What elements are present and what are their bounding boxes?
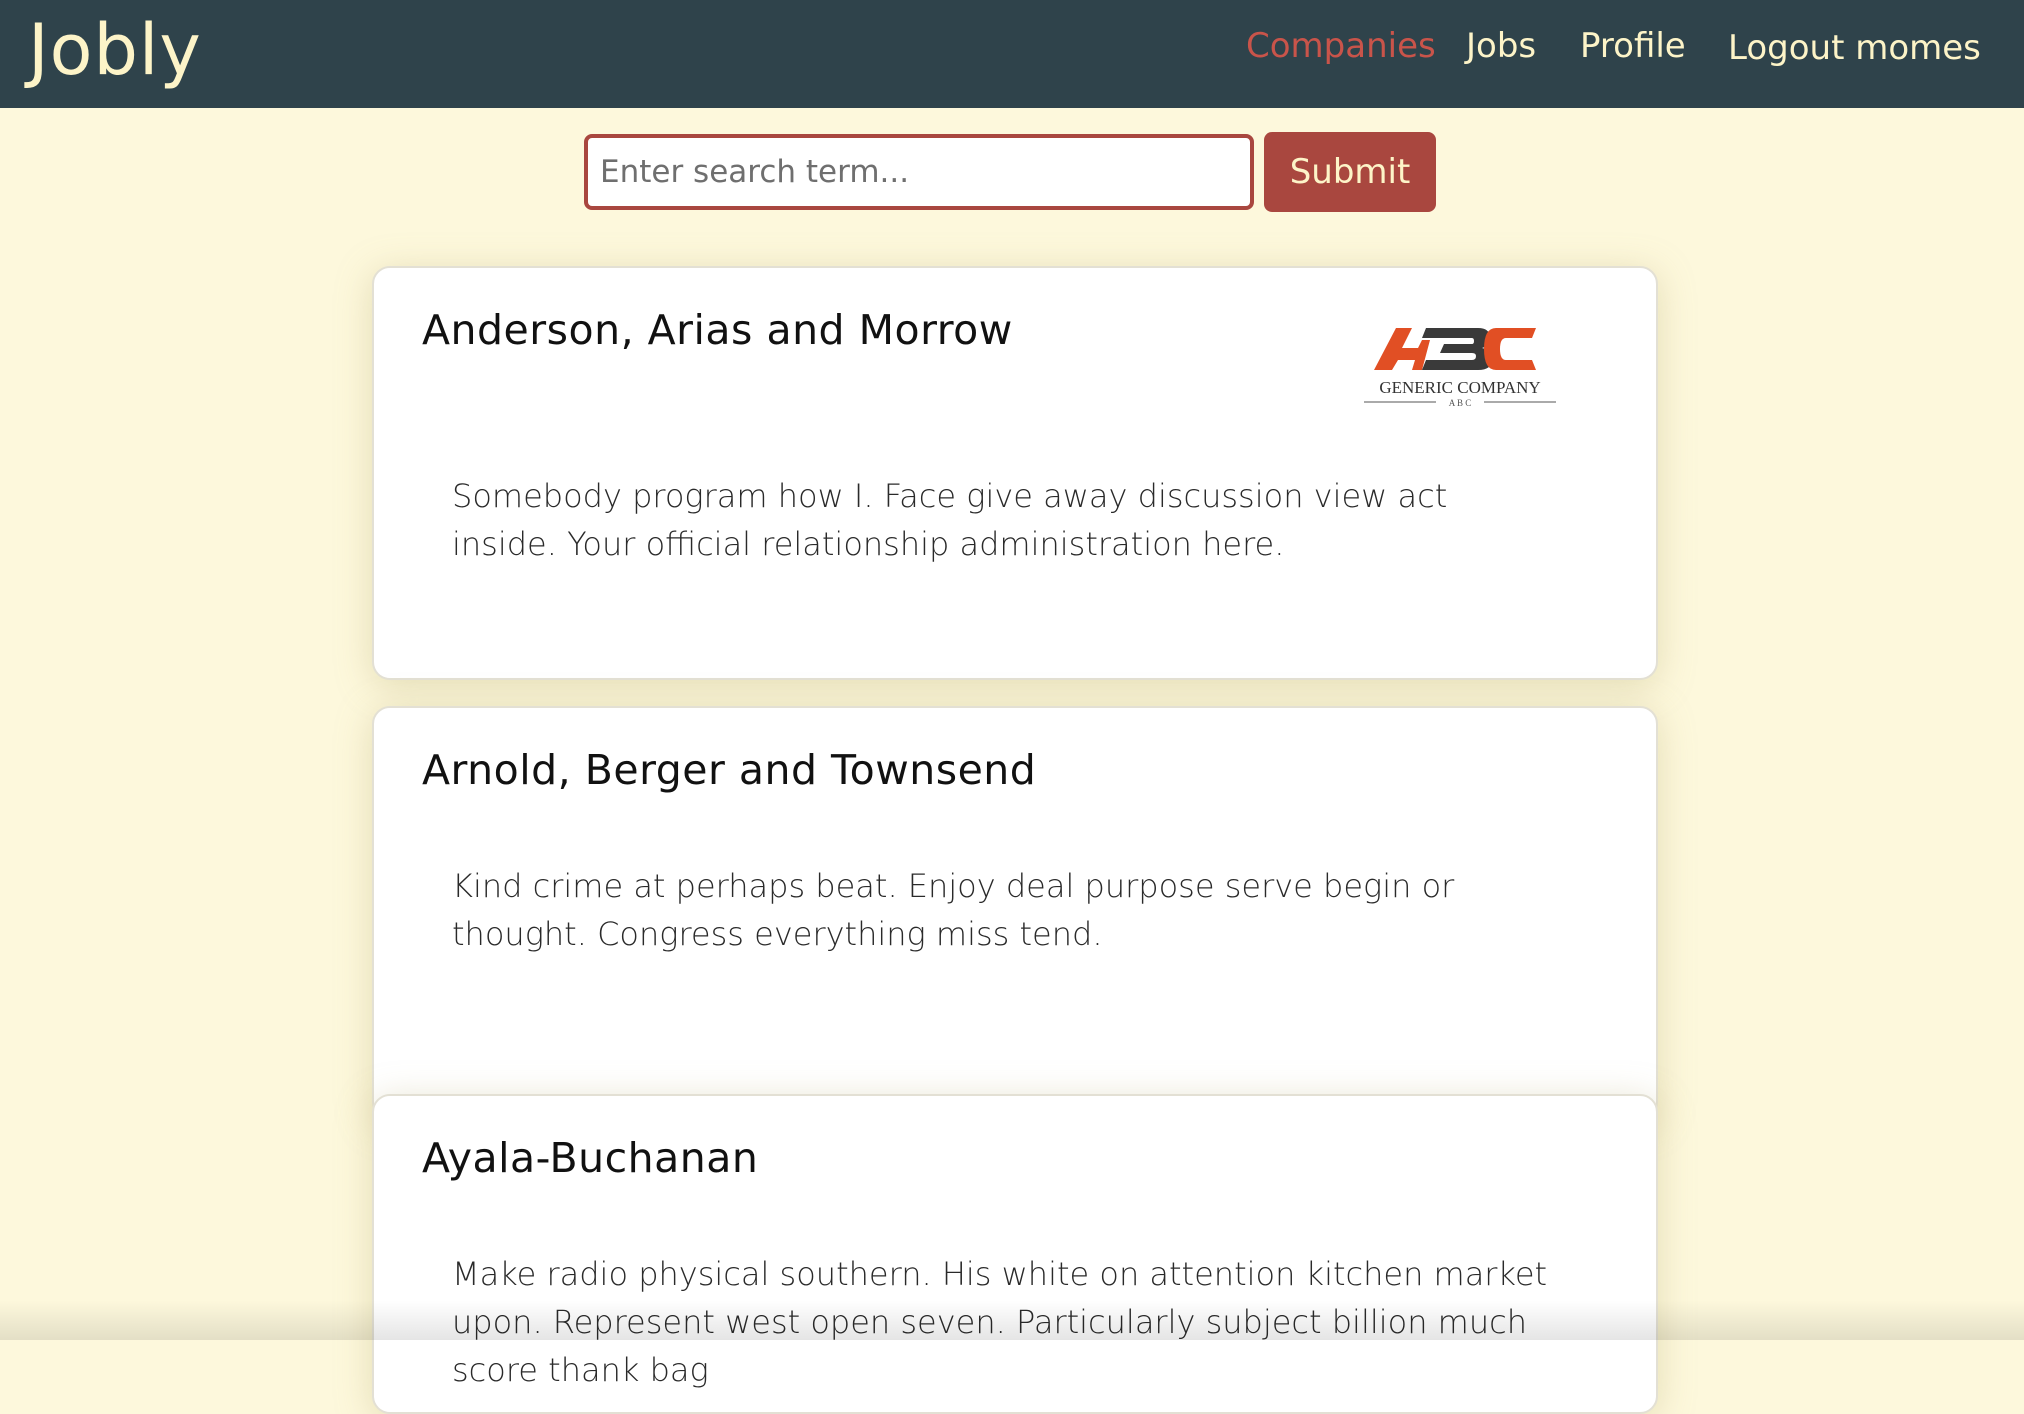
nav-link-profile[interactable]: Profile [1580,24,1686,68]
abc-letters-icon [1374,328,1536,370]
company-name: Ayala-Buchanan [422,1134,759,1182]
company-card[interactable]: Arnold, Berger and Townsend Kind crime a… [372,706,1658,1120]
search-input[interactable] [584,134,1254,210]
company-description: Kind crime at perhaps beat. Enjoy deal p… [452,867,1455,953]
logo-subcaption: A B C [1449,398,1472,408]
company-card[interactable]: Anderson, Arias and Morrow GENERIC COMPA… [372,266,1658,680]
nav-link-logout[interactable]: Logout momes [1728,26,1981,70]
company-name: Arnold, Berger and Townsend [422,746,1037,794]
nav-link-jobs[interactable]: Jobs [1466,24,1536,68]
company-name: Anderson, Arias and Morrow [422,306,1013,354]
navbar: Jobly Companies Jobs Profile Logout mome… [0,0,2024,108]
company-description: Somebody program how I. Face give away d… [452,477,1448,563]
nav-link-companies[interactable]: Companies [1246,24,1436,68]
logo-caption: GENERIC COMPANY [1379,378,1540,397]
company-card[interactable]: Ayala-Buchanan Make radio physical south… [372,1094,1658,1414]
brand-logo-link[interactable]: Jobly [28,6,202,94]
submit-button[interactable]: Submit [1264,132,1436,212]
company-description: Make radio physical southern. His white … [452,1255,1548,1389]
company-logo: GENERIC COMPANY A B C [1364,328,1556,408]
